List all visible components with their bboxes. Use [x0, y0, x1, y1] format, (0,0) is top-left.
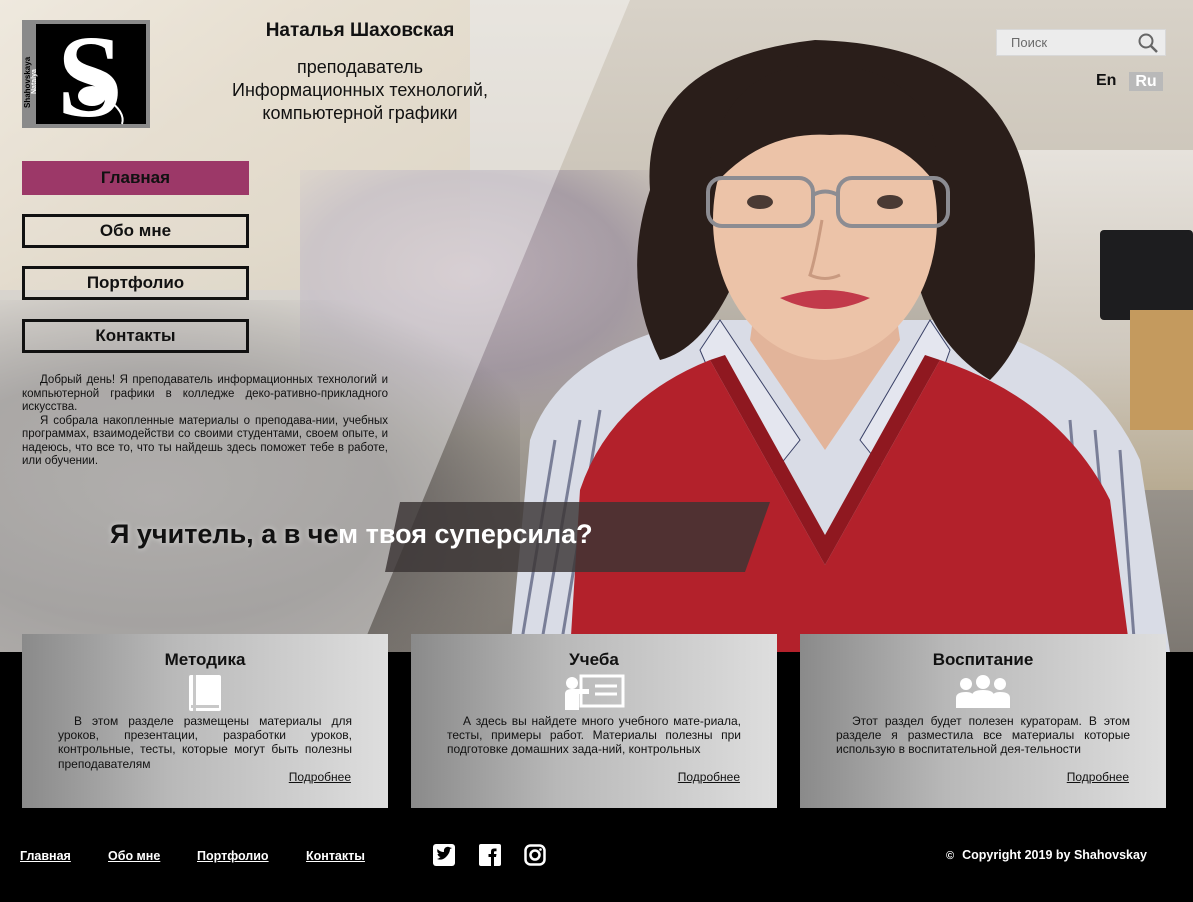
facebook-icon[interactable] [479, 844, 501, 866]
copyright-symbol: © [946, 850, 955, 862]
search-box[interactable] [996, 29, 1166, 56]
intro-paragraph: Добрый день! Я преподаватель информацион… [22, 374, 388, 413]
card-more-link[interactable]: Подробнее [289, 770, 351, 784]
card-text-body: Этот раздел будет полезен кураторам. В э… [836, 714, 1130, 757]
card-text: А здесь вы найдете много учебного мате-р… [447, 714, 741, 757]
copyright-text: Copyright 2019 by Shahovskay [962, 848, 1147, 862]
footer-link-home[interactable]: Главная [20, 849, 71, 863]
intro-paragraph: Я собрала накопленные материалы о препод… [22, 414, 388, 468]
card-text: В этом разделе размещены материалы для у… [58, 714, 352, 771]
card-title: Методика [164, 650, 246, 669]
copyright: © Copyright 2019 by Shahovskay [946, 848, 1147, 862]
logo-letter: S [57, 20, 123, 128]
logo-vertical-text-2: Natalya [31, 69, 38, 94]
teacher-role: преподаватель Информационных технологий,… [170, 56, 550, 125]
card-study: Учеба А здесь вы найдете много учебного … [411, 634, 777, 808]
card-methodology: Методика В этом разделе размещены матери… [22, 634, 388, 808]
card-more-link[interactable]: Подробнее [1067, 770, 1129, 784]
group-icon [956, 675, 1010, 708]
search-icon[interactable] [1137, 32, 1159, 54]
footer-link-about[interactable]: Обо мне [108, 849, 160, 863]
slogan-part-light: м твоя суперсила? [338, 519, 593, 549]
card-text-body: А здесь вы найдете много учебного мате-р… [447, 714, 741, 757]
teacher-board-icon [565, 674, 625, 710]
nav-portfolio[interactable]: Портфолио [22, 266, 249, 300]
twitter-icon[interactable] [433, 844, 455, 866]
role-line: компьютерной графики [262, 103, 458, 123]
instagram-icon[interactable] [524, 844, 546, 866]
book-icon [189, 675, 221, 711]
lang-ru[interactable]: Ru [1129, 72, 1163, 91]
card-text: Этот раздел будет полезен кураторам. В э… [836, 714, 1130, 757]
nav-contacts[interactable]: Контакты [22, 319, 249, 353]
nav-about[interactable]: Обо мне [22, 214, 249, 248]
role-line: Информационных технологий, [232, 80, 488, 100]
card-more-link[interactable]: Подробнее [678, 770, 740, 784]
card-title: Учеба [569, 650, 619, 669]
search-input[interactable] [997, 30, 1137, 55]
intro-text: Добрый день! Я преподаватель информацион… [22, 374, 388, 469]
card-text-body: В этом разделе размещены материалы для у… [58, 714, 352, 771]
slogan: Я учитель, а в чем твоя суперсила? [110, 519, 593, 550]
lang-en[interactable]: En [1096, 72, 1116, 90]
card-upbringing: Воспитание Этот раздел будет полезен кур… [800, 634, 1166, 808]
nav-home[interactable]: Главная [22, 161, 249, 195]
footer: Главная Обо мне Портфолио Контакты © Copy… [0, 808, 1193, 902]
card-title: Воспитание [932, 650, 1034, 669]
role-line: преподаватель [297, 57, 423, 77]
slogan-part: Я учитель, а в че [110, 519, 339, 549]
teacher-name: Наталья Шаховская [265, 20, 455, 41]
footer-link-contacts[interactable]: Контакты [306, 849, 365, 863]
site-logo[interactable]: S Shahovskaya Natalya [22, 20, 150, 128]
footer-link-portfolio[interactable]: Портфолио [197, 849, 269, 863]
